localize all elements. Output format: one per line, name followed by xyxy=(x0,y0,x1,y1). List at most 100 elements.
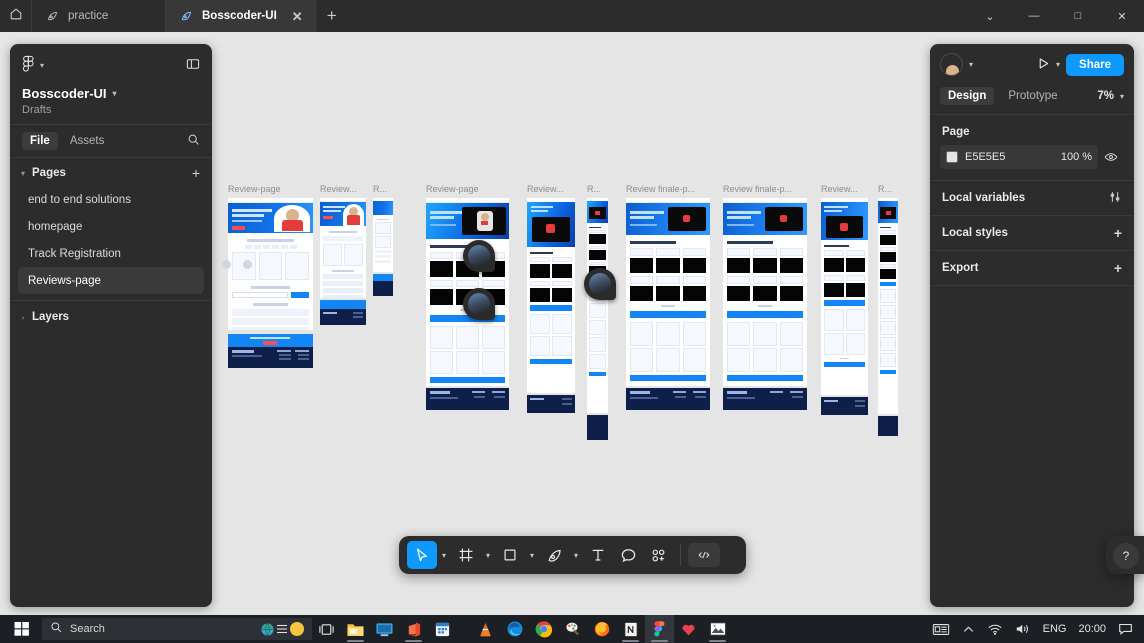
home-button[interactable] xyxy=(0,0,32,32)
share-button[interactable]: Share xyxy=(1066,53,1124,76)
tray-overflow-icon[interactable] xyxy=(957,615,980,643)
page-item-track-registration[interactable]: Track Registration xyxy=(18,240,204,267)
office-icon[interactable] xyxy=(399,615,428,643)
language-indicator[interactable]: ENG xyxy=(1038,615,1072,643)
windows-start-icon[interactable] xyxy=(2,615,42,643)
page-item-homepage[interactable]: homepage xyxy=(18,213,204,240)
wifi-icon[interactable] xyxy=(982,615,1008,643)
search-input[interactable]: Search xyxy=(42,618,312,640)
frame-thumbnail[interactable] xyxy=(878,198,898,414)
frame-thumbnail[interactable] xyxy=(527,198,575,393)
move-tool-chevron-down-icon[interactable]: ▾ xyxy=(437,551,451,560)
pen-tool-chevron-down-icon[interactable]: ▾ xyxy=(569,551,583,560)
local-styles-row[interactable]: Local styles + xyxy=(930,216,1134,250)
vlc-icon[interactable] xyxy=(471,615,500,643)
export-row[interactable]: Export + xyxy=(930,251,1134,285)
heart-app-icon[interactable] xyxy=(674,615,703,643)
eye-icon[interactable] xyxy=(1098,150,1124,164)
calendar-store-icon[interactable] xyxy=(428,615,457,643)
user-avatar[interactable] xyxy=(940,53,963,76)
frame-thumbnail[interactable] xyxy=(373,198,393,272)
frame-thumbnail[interactable] xyxy=(527,395,575,413)
add-page-button[interactable]: + xyxy=(192,166,200,180)
frame-thumbnail[interactable] xyxy=(426,388,509,410)
frame-thumbnail[interactable] xyxy=(228,198,313,330)
add-style-button[interactable]: + xyxy=(1114,226,1122,240)
photos-icon[interactable] xyxy=(703,615,732,643)
chevron-down-icon[interactable]: ▾ xyxy=(1056,60,1060,69)
frame-thumbnail[interactable] xyxy=(821,198,868,395)
frame-label[interactable]: Review... xyxy=(527,184,564,194)
frame-thumbnail[interactable] xyxy=(320,198,366,298)
frame-thumbnail[interactable] xyxy=(723,388,807,410)
frame-tool-chevron-down-icon[interactable]: ▾ xyxy=(481,551,495,560)
frame-label[interactable]: Review... xyxy=(320,184,357,194)
file-explorer-icon[interactable] xyxy=(341,615,370,643)
window-minimize-button[interactable]: — xyxy=(1012,0,1056,32)
figma-menu-button[interactable]: ▾ xyxy=(22,55,44,75)
help-button[interactable]: ? xyxy=(1113,543,1139,569)
frame-thumbnail[interactable] xyxy=(723,198,807,386)
chrome-icon[interactable] xyxy=(529,615,558,643)
figma-icon[interactable] xyxy=(645,615,674,643)
clock[interactable]: 20:00 xyxy=(1073,615,1111,643)
frame-label[interactable]: R... xyxy=(587,184,601,194)
frame-thumbnail[interactable] xyxy=(373,274,393,296)
zoom-control[interactable]: 7% ▾ xyxy=(1097,90,1124,102)
frame-label[interactable]: Review-page xyxy=(228,184,281,194)
firefox-icon[interactable] xyxy=(587,615,616,643)
tab-assets[interactable]: Assets xyxy=(62,132,113,150)
add-export-button[interactable]: + xyxy=(1114,261,1122,275)
local-variables-row[interactable]: Local variables xyxy=(930,181,1134,215)
volume-icon[interactable] xyxy=(1010,615,1036,643)
window-close-button[interactable]: ✕ xyxy=(1100,0,1144,32)
search-icon[interactable] xyxy=(187,133,200,149)
selection-handle[interactable] xyxy=(243,260,252,269)
notion-icon[interactable] xyxy=(616,615,645,643)
actions-tool[interactable] xyxy=(643,541,673,569)
news-weather-icon[interactable] xyxy=(927,615,955,643)
frame-thumbnail[interactable] xyxy=(587,198,608,413)
text-tool[interactable] xyxy=(583,541,613,569)
new-tab-button[interactable]: + xyxy=(316,0,348,32)
frame-label[interactable]: R... xyxy=(373,184,387,194)
frame-tool[interactable] xyxy=(451,541,481,569)
frame-label[interactable]: Review-page xyxy=(426,184,479,194)
pages-section-header[interactable]: ▾ Pages + xyxy=(10,158,212,186)
panel-toggle-icon[interactable] xyxy=(186,57,200,74)
frame-thumbnail[interactable] xyxy=(587,415,608,440)
frame-label[interactable]: Review finale-p... xyxy=(723,184,792,194)
frame-label[interactable]: R... xyxy=(878,184,892,194)
window-maximize-button[interactable]: □ xyxy=(1056,0,1100,32)
frame-thumbnail[interactable] xyxy=(821,397,868,415)
frame-thumbnail[interactable] xyxy=(626,198,710,386)
notification-icon[interactable] xyxy=(1113,615,1138,643)
tab-design[interactable]: Design xyxy=(940,87,995,105)
frame-thumbnail[interactable] xyxy=(320,300,366,325)
frame-label[interactable]: Review finale-p... xyxy=(626,184,695,194)
this-pc-icon[interactable] xyxy=(370,615,399,643)
frame-label[interactable]: Review... xyxy=(821,184,858,194)
page-item-end-to-end-solutions[interactable]: end to end solutions xyxy=(18,186,204,213)
play-present-icon[interactable] xyxy=(1036,56,1051,74)
frame-thumbnail[interactable] xyxy=(878,416,898,436)
page-color-field[interactable]: E5E5E5 100 % xyxy=(940,145,1098,169)
tab-file[interactable]: File xyxy=(22,132,58,150)
move-tool[interactable] xyxy=(407,541,437,569)
taskview-icon[interactable] xyxy=(312,615,341,643)
color-swatch[interactable] xyxy=(946,151,958,163)
frame-thumbnail[interactable] xyxy=(626,388,710,410)
color-opacity[interactable]: 100 % xyxy=(1061,151,1092,163)
page-item-reviews-page[interactable]: Reviews-page xyxy=(18,267,204,294)
pen-tool[interactable] xyxy=(539,541,569,569)
edge-icon[interactable] xyxy=(500,615,529,643)
tab-prototype[interactable]: Prototype xyxy=(1000,87,1065,105)
file-name-row[interactable]: Bosscoder-UI ▾ xyxy=(22,86,200,101)
layers-section-header[interactable]: › Layers xyxy=(10,301,212,329)
tab-bosscoder-ui[interactable]: Bosscoder-UI ✕ xyxy=(166,0,316,32)
dev-mode-toggle[interactable] xyxy=(688,543,720,567)
comment-tool[interactable] xyxy=(613,541,643,569)
tab-practice[interactable]: practice ✕ xyxy=(32,0,166,32)
variables-icon[interactable] xyxy=(1108,190,1122,206)
selection-handle[interactable] xyxy=(222,260,231,269)
